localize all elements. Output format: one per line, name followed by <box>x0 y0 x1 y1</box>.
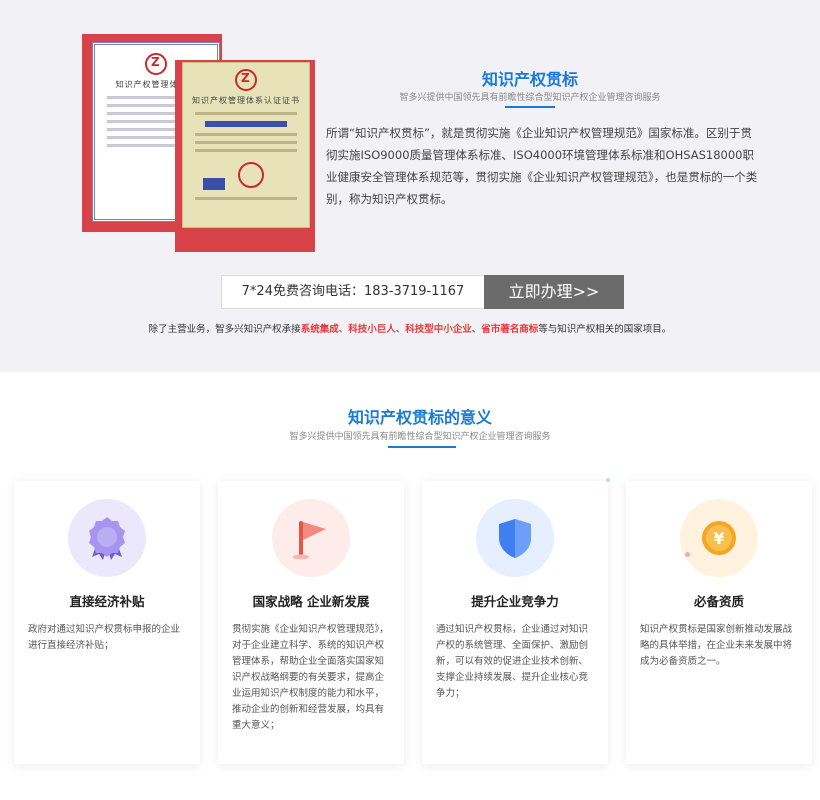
yen-coin-icon: ¥ <box>702 521 736 555</box>
card-competitiveness: 提升企业竞争力 通过知识产权贯标，企业通过对知识产权的系统管理、全面保护、激励创… <box>422 481 608 764</box>
apply-now-button[interactable]: 立即办理>> <box>484 275 624 309</box>
card-title: 直接经济补贴 <box>69 594 145 609</box>
shield-icon <box>499 519 531 558</box>
flag-icon <box>293 521 326 560</box>
medal-icon <box>89 517 125 560</box>
card-national-strategy: 国家战略 企业新发展 贯彻实施《企业知识产权管理规范》，对于企业建立科学、系统的… <box>218 481 404 764</box>
card-title: 必备资质 <box>693 594 744 609</box>
service-link-famous-trademark[interactable]: 省市著名商标 <box>481 324 538 335</box>
seal-icon <box>238 162 265 188</box>
card-icon-circle <box>68 499 146 577</box>
card-economic-subsidy: 直接经济补贴 政府对通过知识产权贯标申报的企业进行直接经济补贴； <box>14 481 200 764</box>
title-underline <box>388 446 456 448</box>
card-title: 提升企业竞争力 <box>471 594 559 609</box>
decoration-dot <box>685 552 690 557</box>
significance-title: 知识产权贯标的意义 <box>347 408 492 427</box>
card-icon-circle: ¥ <box>680 499 758 577</box>
section-title: 知识产权贯标 <box>481 70 578 89</box>
consult-phone: 7*24免费咨询电话：183-3719-1167 <box>221 275 484 309</box>
consult-bar: 7*24免费咨询电话：183-3719-1167 立即办理>> <box>221 275 624 309</box>
title-underline <box>505 106 555 108</box>
service-link-tech-giant[interactable]: 科技小巨人 <box>348 324 396 335</box>
card-icon-circle <box>476 499 554 577</box>
card-description: 政府对通过知识产权贯标申报的企业进行直接经济补贴； <box>28 624 181 651</box>
card-description: 贯彻实施《企业知识产权管理规范》，对于企业建立科学、系统的知识产权管理体系，帮助… <box>232 624 389 731</box>
card-description: 知识产权贯标是国家创新推动发展战略的具体举措，在企业未来发展中将成为必备资质之一… <box>640 624 793 667</box>
services-note: 除了主营业务，智多兴知识产权承接系统集成、科技小巨人、科技型中小企业、省市著名商… <box>148 324 672 335</box>
service-link-tech-sme[interactable]: 科技型中小企业 <box>405 324 472 335</box>
significance-subtitle: 智多兴提供中国领先具有前瞻性综合型知识产权企业管理咨询服务 <box>289 432 551 442</box>
certification-mark-icon <box>203 177 225 190</box>
card-description: 通过知识产权贯标，企业通过对知识产权的系统管理、全面保护、激励创新，可以有效的促… <box>436 624 589 699</box>
service-link-system-integration[interactable]: 系统集成 <box>301 324 339 335</box>
card-required-qualification: ¥ 必备资质 知识产权贯标是国家创新推动发展战略的具体举措，在企业未来发展中将成… <box>626 481 812 764</box>
intro-paragraph: 所谓“知识产权贯标”，就是贯彻实施《企业知识产权管理规范》国家标准。区别于贯彻实… <box>326 126 758 206</box>
section-subtitle: 智多兴提供中国领先具有前瞻性综合型知识产权企业管理咨询服务 <box>399 93 661 103</box>
decoration-dot <box>606 478 610 482</box>
intro-section: 知识产权管理体系认 知识产权管理体系认证证书 知识产权贯标 智多兴提供中国领先具… <box>0 0 820 372</box>
card-title: 国家战略 企业新发展 <box>252 594 370 609</box>
card-icon-circle <box>272 499 350 577</box>
yen-symbol: ¥ <box>713 529 724 548</box>
